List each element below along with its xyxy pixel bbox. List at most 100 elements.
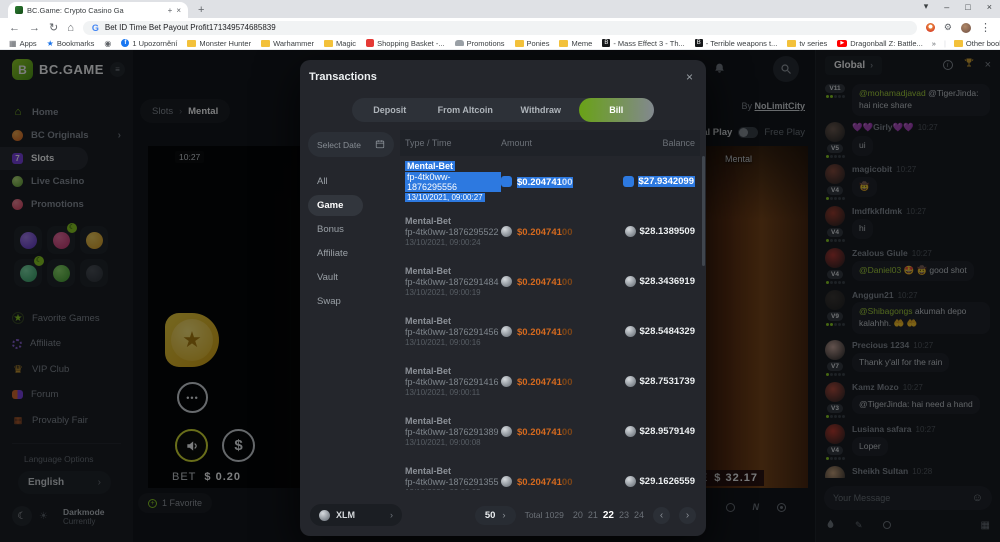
transaction-date: 13/10/2021, 09:00:27	[405, 193, 485, 202]
back-button[interactable]: ←	[9, 22, 20, 34]
chevron-right-icon: ›	[390, 510, 393, 520]
other-bookmarks[interactable]: Other bookmarks	[954, 39, 1000, 48]
url-bar[interactable]: G Bet ID Time Bet Payout Profit171349574…	[83, 21, 917, 35]
coin-icon	[501, 326, 512, 337]
transaction-info: Mental-Betfp-4tk0ww-187629148413/10/2021…	[405, 266, 501, 297]
extensions-puzzle-icon[interactable]: ⚙	[944, 22, 952, 33]
bookmark-dragonball-z-battle[interactable]: ▶Dragonball Z: Battle...	[837, 39, 923, 48]
bookmark-label: Promotions	[467, 39, 505, 48]
filter-bonus[interactable]: Bonus	[308, 219, 394, 240]
bookmark-1-upozorn-n[interactable]: f1 Upozornění	[121, 39, 177, 48]
bookmark-ponies[interactable]: Ponies	[515, 39, 550, 48]
bookmark-promotions[interactable]: Promotions	[455, 39, 505, 48]
tab-from-altcoin[interactable]: From Altcoin	[428, 98, 504, 122]
bookmark-monster-hunter[interactable]: Monster Hunter	[187, 39, 251, 48]
bookmark-terrible-weapons-t[interactable]: B- Terrible weapons t...	[695, 39, 778, 48]
filter-all[interactable]: All	[308, 171, 394, 192]
bookmark-apps[interactable]: ▦Apps	[9, 39, 37, 48]
transaction-info: Mental-Betfp-4tk0ww-187629141613/10/2021…	[405, 366, 501, 397]
forward-button[interactable]: →	[29, 22, 40, 34]
calendar-icon	[375, 139, 385, 151]
bookmark-label: 1 Upozornění	[132, 39, 177, 48]
amount-value: $0.20474100	[517, 372, 573, 390]
chevron-right-icon: ›	[502, 510, 505, 521]
folder-icon	[954, 40, 963, 47]
window-menu-icon[interactable]: ▾	[924, 1, 929, 12]
prev-page-button[interactable]: ‹	[653, 507, 670, 524]
star-icon: ★	[47, 39, 54, 48]
coin-icon	[625, 326, 636, 337]
amount-decimals: 00	[562, 327, 573, 338]
select-date-button[interactable]: Select Date	[308, 132, 394, 157]
transaction-type: Mental-Bet	[405, 316, 451, 326]
filter-game[interactable]: Game	[308, 195, 363, 216]
home-button[interactable]: ⌂	[67, 22, 74, 34]
balance-value: $28.3436919	[640, 276, 695, 287]
transaction-id: fp-4tk0ww-1876291456	[405, 327, 499, 337]
transaction-row[interactable]: Mental-Betfp-4tk0ww-187629552213/10/2021…	[400, 206, 700, 256]
reload-button[interactable]: ↻	[49, 21, 58, 34]
tab-bill[interactable]: Bill	[579, 98, 655, 122]
profile-avatar[interactable]	[961, 23, 971, 33]
bookmarks-overflow-icon[interactable]: »	[932, 39, 936, 48]
bookmark-mass-effect-3-th[interactable]: B- Mass Effect 3 - Th...	[602, 39, 684, 48]
balance-value: $28.1389509	[640, 226, 695, 237]
amount-value: $0.20474100	[517, 322, 573, 340]
bookmark-globe[interactable]: ◉	[104, 39, 111, 48]
bookmark-warhammer[interactable]: Warhammer	[261, 39, 314, 48]
transaction-row[interactable]: Mental-Betfp-4tk0ww-187629555613/10/2021…	[400, 156, 700, 206]
transaction-row[interactable]: Mental-Betfp-4tk0ww-187629135513/10/2021…	[400, 456, 700, 490]
tab-deposit[interactable]: Deposit	[352, 98, 428, 122]
transaction-row[interactable]: Mental-Betfp-4tk0ww-187629148413/10/2021…	[400, 256, 700, 306]
transaction-row[interactable]: Mental-Betfp-4tk0ww-187629138913/10/2021…	[400, 406, 700, 456]
next-page-button[interactable]: ›	[679, 507, 696, 524]
bookmark-tv-series[interactable]: tv series	[787, 39, 827, 48]
amount-decimals: 00	[562, 427, 573, 438]
maximize-button[interactable]: □	[965, 2, 970, 12]
globe-icon: ◉	[104, 39, 111, 48]
coin-icon	[501, 426, 512, 437]
bookmark-bookmarks[interactable]: ★Bookmarks	[47, 39, 95, 48]
column-balance: Balance	[601, 138, 695, 148]
scrollbar[interactable]	[702, 156, 705, 266]
bookmark-meme[interactable]: Meme	[559, 39, 592, 48]
page-size-select[interactable]: 50 ›	[475, 506, 516, 525]
transaction-balance: $28.1389509	[601, 226, 695, 237]
page-22[interactable]: 22	[603, 510, 614, 521]
currency-select[interactable]: XLM ›	[310, 504, 402, 526]
window-close-button[interactable]: ×	[987, 2, 992, 12]
bookmark-shopping-basket[interactable]: Shopping Basket -...	[366, 39, 445, 48]
tab-withdraw[interactable]: Withdraw	[503, 98, 579, 122]
transaction-date: 13/10/2021, 09:00:24	[405, 238, 481, 247]
coin-icon	[501, 176, 512, 187]
bookmark-magic[interactable]: Magic	[324, 39, 356, 48]
page-23[interactable]: 23	[619, 510, 629, 520]
transaction-amount: $0.20474100	[501, 372, 601, 390]
minimize-button[interactable]: –	[944, 2, 949, 12]
page-24[interactable]: 24	[634, 510, 644, 520]
coin-icon	[501, 226, 512, 237]
filter-swap[interactable]: Swap	[308, 291, 394, 312]
folder-icon	[559, 40, 568, 47]
tab-close-icon[interactable]: ×	[176, 6, 181, 15]
modal-close-icon[interactable]: ×	[686, 70, 693, 84]
xlm-coin-icon	[319, 510, 330, 521]
pin-icon[interactable]: +	[168, 6, 173, 15]
transaction-balance: $27.9342099	[601, 176, 695, 187]
page-21[interactable]: 21	[588, 510, 598, 520]
filter-affiliate[interactable]: Affiliate	[308, 243, 394, 264]
transaction-row[interactable]: Mental-Betfp-4tk0ww-187629145613/10/2021…	[400, 306, 700, 356]
page-20[interactable]: 20	[573, 510, 583, 520]
facebook-icon: f	[121, 39, 129, 47]
coin-icon	[625, 276, 636, 287]
new-tab-button[interactable]: +	[198, 4, 204, 16]
filter-vault[interactable]: Vault	[308, 267, 394, 288]
browser-menu-icon[interactable]: ⋮	[980, 21, 991, 34]
bookmark-label: Warhammer	[273, 39, 314, 48]
transaction-row[interactable]: Mental-Betfp-4tk0ww-187629141613/10/2021…	[400, 356, 700, 406]
transaction-info: Mental-Betfp-4tk0ww-187629138913/10/2021…	[405, 416, 501, 447]
amount-decimals: 00	[562, 477, 573, 488]
amount-main: $0.204741	[517, 227, 562, 238]
browser-tab[interactable]: BC.Game: Crypto Casino Ga + ×	[8, 2, 188, 18]
extension-icon[interactable]	[926, 23, 935, 32]
